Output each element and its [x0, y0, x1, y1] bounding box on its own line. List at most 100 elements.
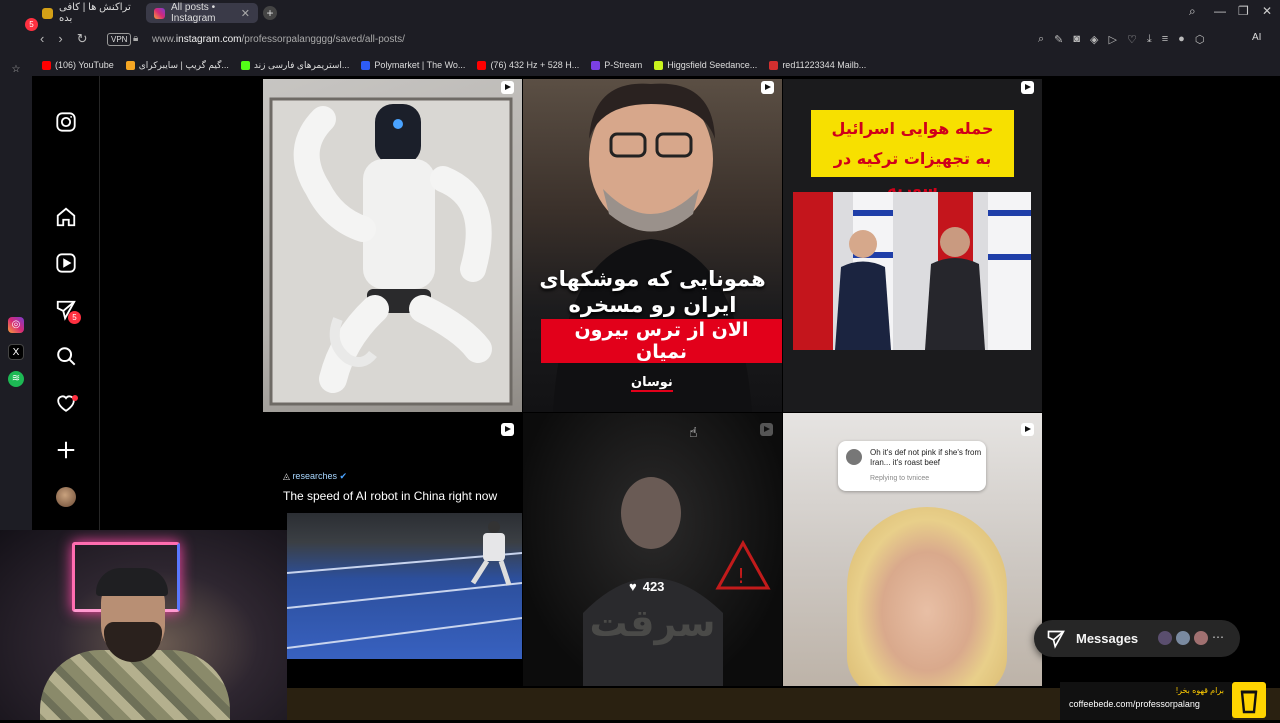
- comment-bubble: Oh it's def not pink if she's from Iran.…: [838, 441, 986, 491]
- profile-icon[interactable]: ●: [1178, 33, 1185, 46]
- minimize-icon[interactable]: —: [1214, 4, 1226, 18]
- camera-icon[interactable]: ◙: [1073, 33, 1080, 46]
- profile-avatar[interactable]: [56, 487, 76, 507]
- url-field[interactable]: www.instagram.com/professorpalangggg/sav…: [152, 34, 405, 45]
- likes-overlay: ♥ 423: [629, 579, 664, 594]
- lock-icon[interactable]: 🔒︎: [133, 33, 138, 44]
- account-name: researches: [292, 471, 337, 481]
- spotify-sidebar-icon[interactable]: ≋: [8, 371, 24, 387]
- address-bar-icons: ⌕ ✎ ◙ ◈ ▷ ♡ ⤓ ≡ ● ⬡: [1038, 33, 1204, 46]
- bookmark-item[interactable]: Polymarket | The Wo...: [361, 60, 465, 70]
- coffee-fa-text: برام قهوه بخر!: [1175, 686, 1224, 695]
- tab-coffeebede[interactable]: تراکنش ها | کافی بده: [34, 2, 142, 24]
- post-title-line1: همونایی که موشکهای: [539, 267, 766, 291]
- bookmark-favicon-icon: [42, 60, 51, 70]
- home-icon[interactable]: [55, 206, 77, 228]
- post-overlay-text: سرقت: [589, 601, 716, 645]
- bookmark-favicon-icon: [591, 60, 601, 70]
- instagram-logo-icon[interactable]: [55, 111, 77, 133]
- extensions-icon[interactable]: ⬡: [1195, 33, 1205, 46]
- reel-indicator-icon: [1021, 81, 1034, 94]
- search-icon[interactable]: [55, 345, 77, 367]
- edit-icon[interactable]: ✎: [1054, 33, 1063, 46]
- notification-dot: [72, 395, 78, 401]
- bookmark-item[interactable]: (106) YouTube: [42, 60, 114, 70]
- menu-icon[interactable]: ≡: [1162, 33, 1168, 46]
- bookmark-favicon-icon: [769, 60, 779, 70]
- new-tab-button[interactable]: +: [263, 6, 277, 20]
- bookmark-label: (106) YouTube: [55, 60, 114, 70]
- reels-icon[interactable]: [55, 252, 77, 274]
- messages-label: Messages: [1076, 631, 1139, 646]
- pin-icon[interactable]: ☆: [8, 62, 24, 78]
- svg-text:!: !: [737, 564, 745, 588]
- close-window-icon[interactable]: ✕: [1262, 4, 1272, 18]
- webcam-overlay: [0, 530, 287, 720]
- restore-icon[interactable]: ❐: [1238, 4, 1249, 18]
- post-caption: The speed of AI robot in China right now: [283, 489, 498, 503]
- bookmark-label: Polymarket | The Wo...: [374, 60, 466, 70]
- bookmark-label: Higgsfield Seedance...: [667, 60, 758, 70]
- saved-post-robot[interactable]: [263, 79, 522, 412]
- saved-post-comment-reply[interactable]: Oh it's def not pink if she's from Iran.…: [783, 413, 1042, 686]
- heart-icon[interactable]: ♡: [1127, 33, 1137, 46]
- commenter-avatar: [846, 449, 862, 465]
- download-icon[interactable]: ⤓: [1147, 33, 1152, 46]
- bookmark-label: (76) 432 Hz + 528 H...: [490, 60, 580, 70]
- url-domain: instagram.com: [175, 34, 242, 45]
- messages-pill-badge: 5: [25, 18, 38, 31]
- coffee-widget[interactable]: برام قهوه بخر! coffeebede.com/professorp…: [1060, 682, 1232, 720]
- shield-icon[interactable]: ◈: [1090, 33, 1098, 46]
- bookmark-label: استریمرهای فارسی زند...: [253, 59, 350, 70]
- coffee-cup-icon[interactable]: [1232, 682, 1266, 718]
- create-plus-icon[interactable]: [55, 439, 77, 461]
- heart-filled-icon: ♥: [629, 579, 637, 594]
- cursor-hand-icon: ☝: [689, 424, 698, 440]
- url-prefix: www.: [152, 34, 176, 45]
- play-icon[interactable]: ▷: [1109, 33, 1117, 46]
- bookmark-item[interactable]: استریمرهای فارسی زند...: [240, 59, 350, 71]
- back-icon[interactable]: ‹: [40, 31, 44, 47]
- instagram-sidebar-icon[interactable]: ◎: [8, 317, 24, 333]
- hospital-image: !: [583, 477, 771, 686]
- tab-label: All posts • Instagram: [171, 2, 216, 24]
- bookmarks-bar: (106) YouTube گیم گریپ | سایبرکرای... استر…: [32, 54, 1280, 76]
- tab-label: تراکنش ها | کافی بده: [59, 2, 131, 24]
- bookmark-favicon-icon: [361, 60, 371, 70]
- reload-icon[interactable]: ↻: [77, 31, 88, 47]
- saved-post-ai-robot[interactable]: ◬ researches ✔ The speed of AI robot in …: [263, 413, 522, 686]
- vpn-badge[interactable]: VPN: [107, 33, 132, 46]
- headline-line1: حمله هوایی اسرائیل: [831, 119, 994, 138]
- lens-icon[interactable]: ⌕: [1038, 33, 1044, 46]
- chat-avatar[interactable]: [1174, 629, 1192, 647]
- post-account: ◬ researches ✔: [283, 471, 347, 482]
- bookmark-item[interactable]: Higgsfield Seedance...: [654, 60, 757, 70]
- tab-instagram[interactable]: All posts • Instagram ✕: [146, 2, 258, 24]
- x-sidebar-icon[interactable]: X: [8, 344, 24, 360]
- ai-logo-icon: ◬: [283, 471, 290, 481]
- saved-post-airstrike[interactable]: حمله هوایی اسرائیل به تجهیزات ترکیه در س…: [783, 79, 1042, 412]
- robot-image: [269, 97, 513, 406]
- chat-avatar[interactable]: [1156, 629, 1174, 647]
- bookmark-item[interactable]: گیم گریپ | سایبرکرای...: [125, 60, 229, 71]
- coffee-url: coffeebede.com/professorpalang: [1069, 699, 1200, 709]
- reel-indicator-icon: [501, 81, 514, 94]
- ai-button[interactable]: AI: [1252, 32, 1261, 43]
- comment-text: Oh it's def not pink if she's from Iran.…: [870, 448, 982, 467]
- close-tab-icon[interactable]: ✕: [241, 7, 250, 20]
- bookmark-label: P-Stream: [604, 60, 643, 70]
- reel-indicator-icon: [501, 423, 514, 436]
- bookmark-item[interactable]: P-Stream: [591, 60, 642, 70]
- bookmark-favicon-icon: [477, 60, 487, 70]
- verified-icon: ✔: [339, 471, 348, 481]
- bookmark-label: red11223344 Mailb...: [782, 60, 867, 70]
- saved-post-missiles[interactable]: همونایی که موشکهای ایران رو مسخره می‌کرد…: [523, 79, 782, 412]
- saved-post-skin-theft[interactable]: ! ♥ 423 سرقت: [523, 413, 782, 686]
- replying-to: Replying to tvnicee: [870, 475, 930, 482]
- bookmark-item[interactable]: red11223344 Mailb...: [769, 60, 866, 70]
- search-tabs-icon[interactable]: ⌕: [1189, 4, 1196, 19]
- more-icon[interactable]: ⋯: [1212, 630, 1224, 644]
- bookmark-item[interactable]: (76) 432 Hz + 528 H...: [477, 60, 579, 70]
- forward-icon[interactable]: ›: [58, 31, 62, 47]
- chat-avatar[interactable]: [1192, 629, 1210, 647]
